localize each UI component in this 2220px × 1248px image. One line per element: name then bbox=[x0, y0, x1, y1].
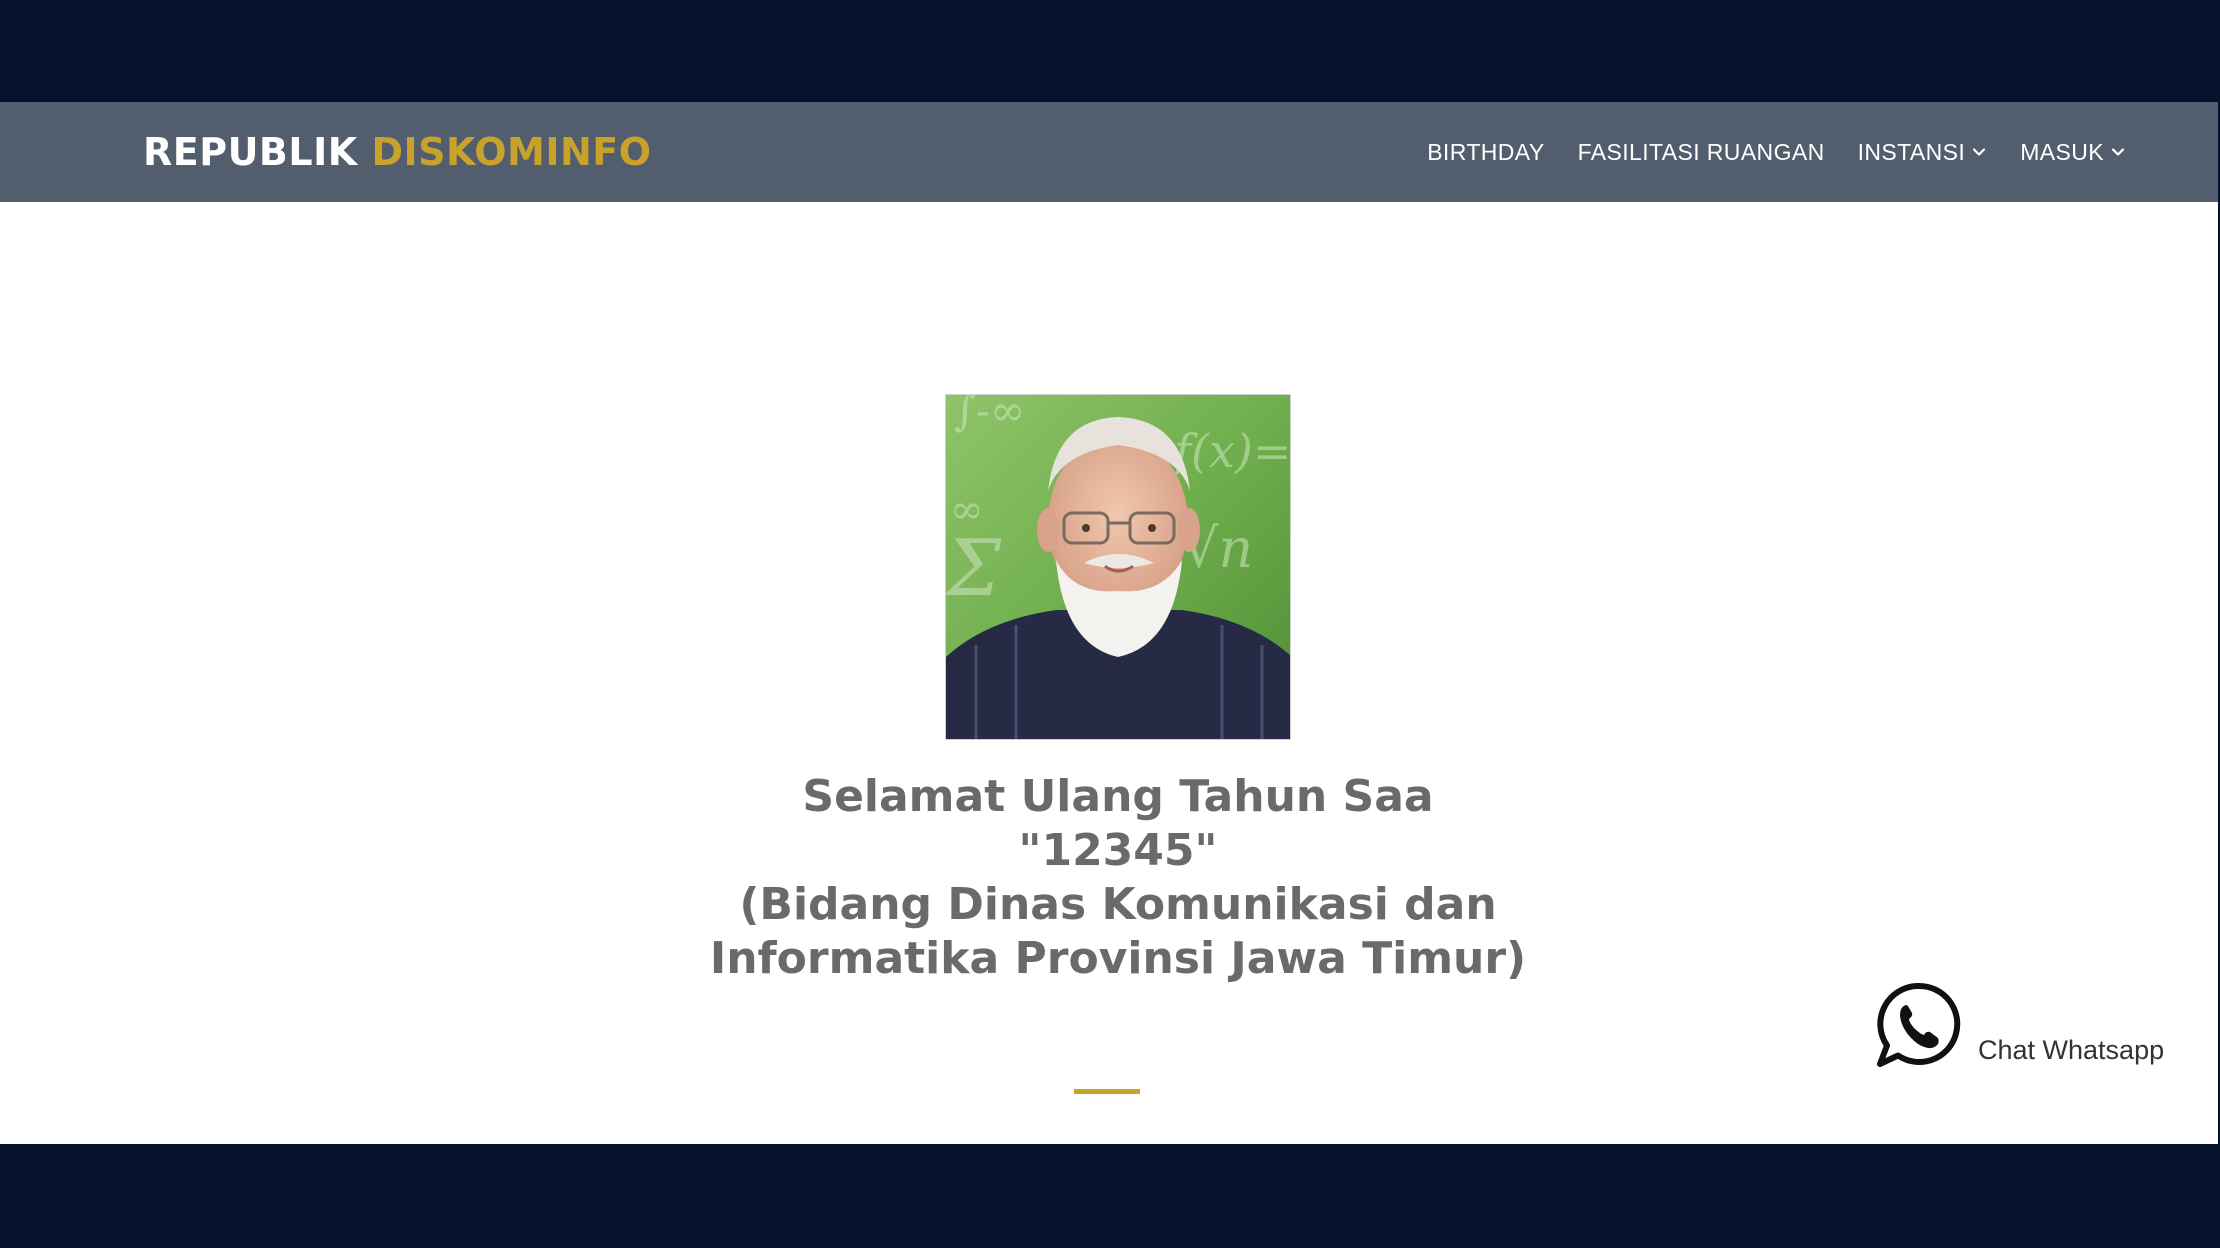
svg-text:Σ: Σ bbox=[946, 524, 1002, 614]
nav-instansi-label: INSTANSI bbox=[1857, 138, 1966, 165]
top-band bbox=[0, 0, 2220, 102]
whatsapp-chat-label: Chat Whatsapp bbox=[1978, 1035, 2165, 1065]
whatsapp-icon bbox=[1877, 982, 1961, 1067]
svg-text:∫-∞: ∫-∞ bbox=[954, 395, 1025, 435]
nav-masuk-label: MASUK bbox=[2020, 138, 2104, 165]
person-portrait: ∫-∞ f(x)= ∞ Σ √n bbox=[946, 395, 1291, 739]
nav-masuk-dropdown[interactable]: MASUK bbox=[2020, 139, 2126, 166]
nav-birthday-label: BIRTHDAY bbox=[1427, 138, 1545, 165]
brand-logo[interactable]: REPUBLIK DISKOMINFO bbox=[143, 126, 652, 178]
greeting-line-3: (Bidang Dinas Komunikasi dan bbox=[739, 879, 1497, 930]
navbar: REPUBLIK DISKOMINFO BIRTHDAY FASILITASI … bbox=[0, 102, 2218, 202]
profile-photo: ∫-∞ f(x)= ∞ Σ √n bbox=[945, 394, 1291, 740]
nav-fasilitasi-ruangan[interactable]: FASILITASI RUANGAN bbox=[1578, 139, 1825, 166]
chevron-down-icon bbox=[2111, 148, 2125, 156]
greeting-line-4: Informatika Provinsi Jawa Timur) bbox=[709, 933, 1527, 984]
accent-divider bbox=[1074, 1089, 1140, 1094]
nav-birthday[interactable]: BIRTHDAY bbox=[1427, 139, 1544, 166]
birthday-greeting: Selamat Ulang Tahun Saa "12345" (Bidang … bbox=[610, 770, 1626, 986]
brand-name-part2: DISKOMINFO bbox=[371, 130, 652, 174]
brand-name-part1: REPUBLIK bbox=[143, 130, 358, 174]
main-nav: BIRTHDAY FASILITASI RUANGAN INSTANSI MAS… bbox=[1427, 102, 2126, 202]
chevron-down-icon bbox=[1973, 148, 1986, 156]
greeting-line-1: Selamat Ulang Tahun Saa bbox=[802, 771, 1434, 822]
nav-fasilitasi-ruangan-label: FASILITASI RUANGAN bbox=[1577, 138, 1825, 165]
nav-instansi-dropdown[interactable]: INSTANSI bbox=[1858, 139, 1988, 166]
greeting-line-2: "12345" bbox=[1018, 825, 1218, 876]
whatsapp-chat-button[interactable]: Chat Whatsapp bbox=[1874, 980, 2164, 1070]
svg-text:f(x)=: f(x)= bbox=[1171, 424, 1291, 478]
main-content: ∫-∞ f(x)= ∞ Σ √n Selamat Ulang Tahun Saa… bbox=[0, 202, 2218, 1144]
bottom-band bbox=[0, 1144, 2220, 1248]
